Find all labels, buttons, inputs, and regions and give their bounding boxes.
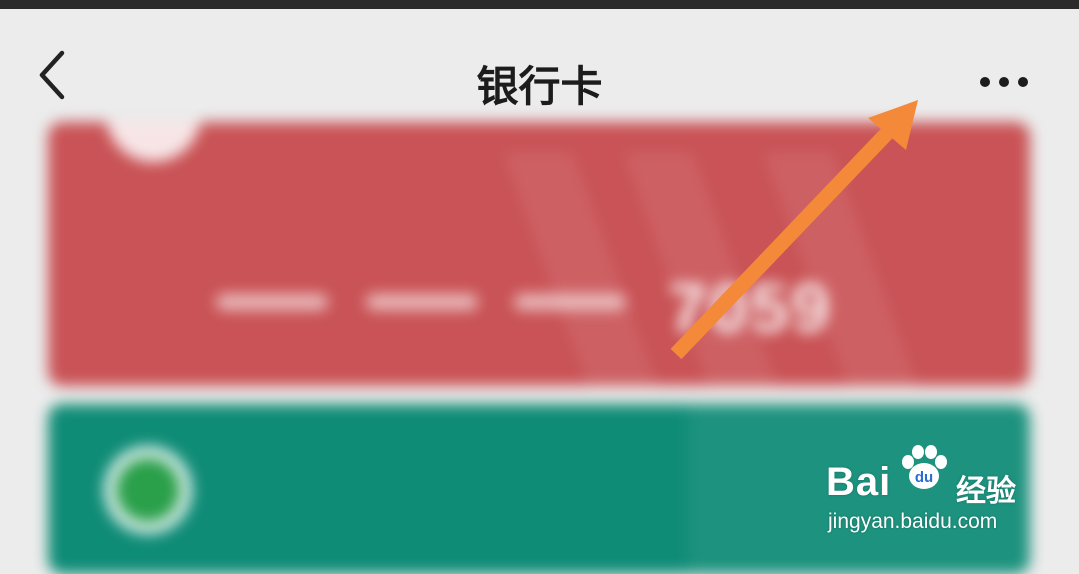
page-title: 银行卡 [476, 62, 603, 111]
more-dot [980, 77, 990, 87]
card-number-mask [216, 294, 328, 310]
back-button[interactable] [28, 45, 80, 105]
bank-card[interactable]: 7059 [48, 122, 1030, 386]
bank-logo-icon [106, 122, 201, 162]
bank-card[interactable] [48, 404, 1030, 574]
chevron-left-icon [39, 50, 65, 100]
card-number-mask [366, 294, 478, 310]
card-number-tail: 7059 [668, 269, 832, 347]
more-dot [1018, 77, 1028, 87]
bank-logo-inner [116, 458, 180, 522]
card-decoration [688, 404, 1030, 574]
nav-bar: 银行卡 [0, 9, 1079, 129]
more-dot [999, 77, 1009, 87]
status-bar [0, 0, 1079, 9]
more-button[interactable] [968, 59, 1040, 105]
card-number-mask [514, 294, 626, 310]
